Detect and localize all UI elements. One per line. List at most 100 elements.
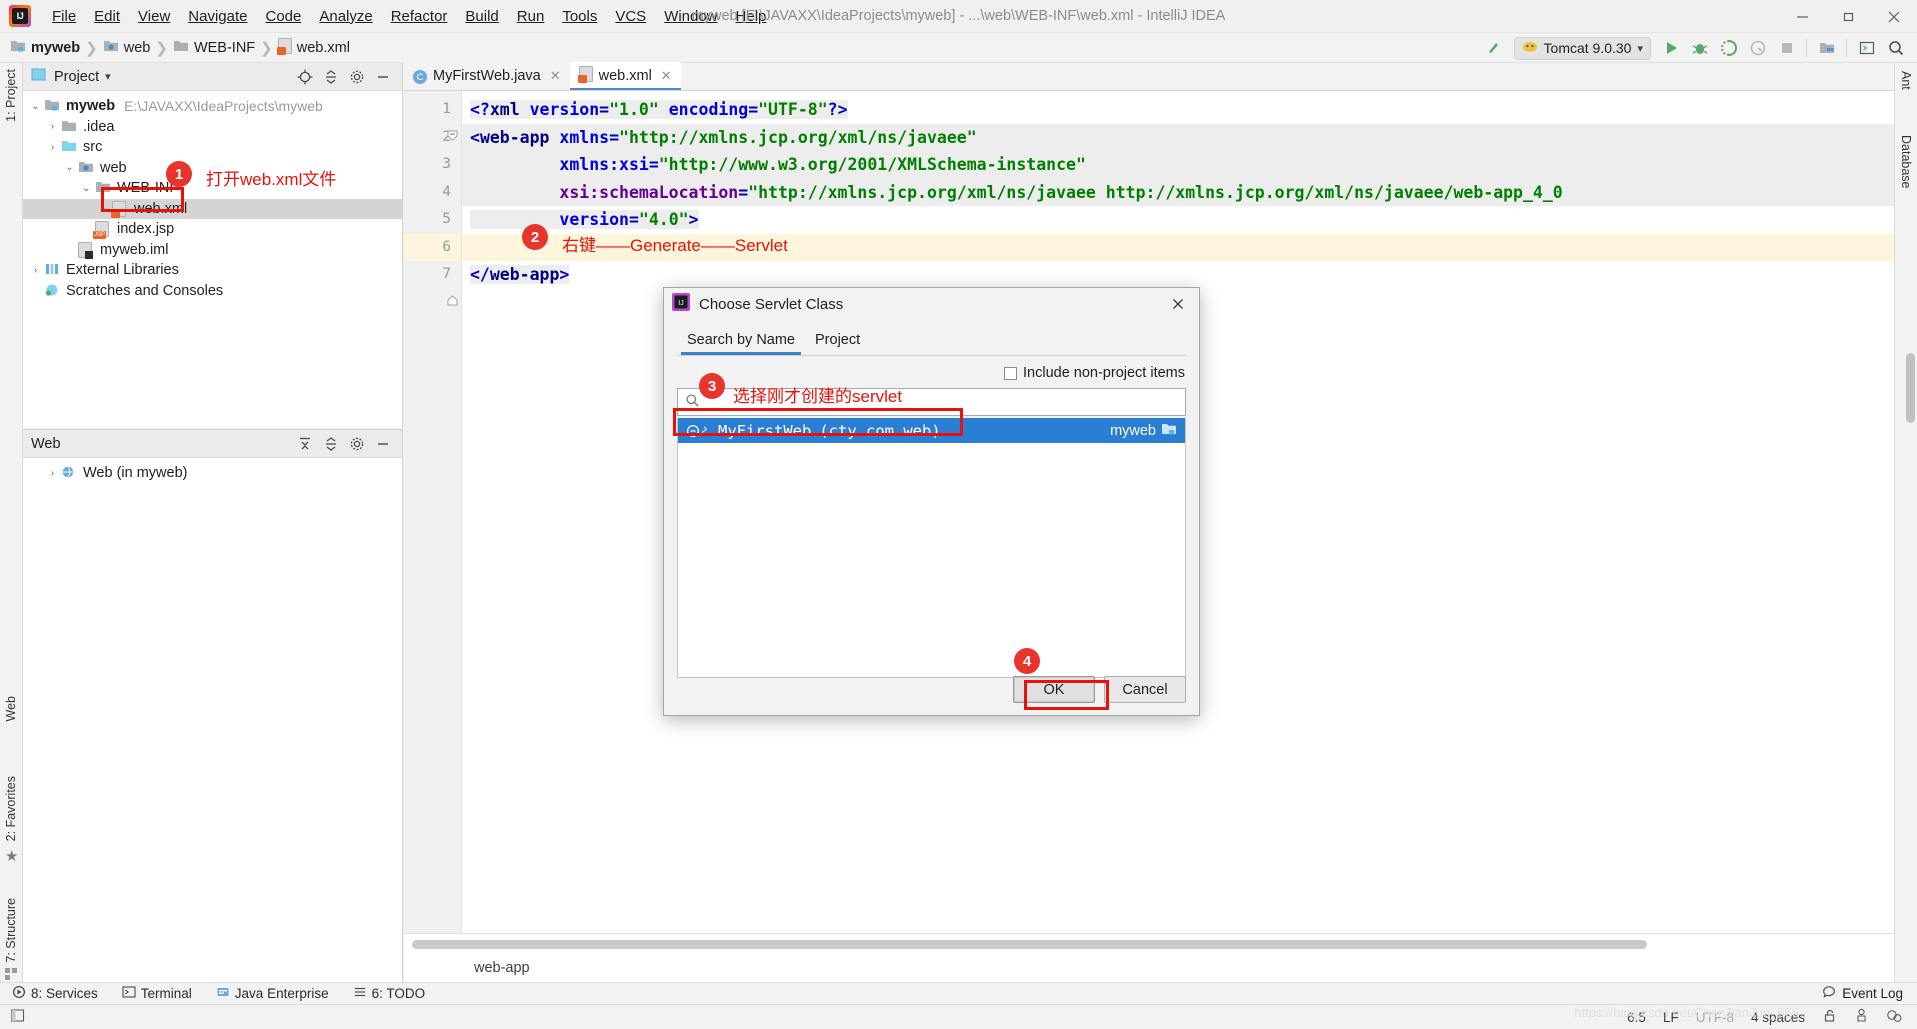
layout-icon[interactable] [10, 1008, 25, 1027]
chevron-down-icon[interactable]: ▾ [1637, 42, 1643, 55]
tree-item-src[interactable]: › src [23, 137, 402, 158]
chevron-right-icon[interactable]: › [44, 121, 61, 132]
menu-help[interactable]: Help [727, 4, 776, 29]
menu-analyze[interactable]: Analyze [310, 4, 381, 29]
chevron-down-icon[interactable]: ▾ [105, 70, 111, 83]
chevron-down-icon[interactable]: ⌄ [61, 162, 78, 173]
tree-item-scratches[interactable]: Scratches and Consoles [23, 281, 402, 302]
menu-navigate[interactable]: Navigate [179, 4, 256, 29]
list-item[interactable]: MyFirstWeb (cty.com.web) myweb [678, 418, 1185, 443]
menu-view[interactable]: View [129, 4, 179, 29]
locate-icon[interactable] [294, 66, 316, 88]
tree-item-external-libraries[interactable]: › External Libraries [23, 260, 402, 281]
inspections-icon[interactable] [1854, 1008, 1869, 1027]
include-non-project-items-checkbox[interactable] [1004, 366, 1017, 380]
breadcrumb-separator: ❯ [85, 39, 98, 57]
breadcrumb-item-web[interactable]: web [103, 39, 150, 57]
minimize-icon[interactable] [1779, 0, 1825, 33]
menu-code[interactable]: Code [256, 4, 310, 29]
search-everywhere-icon[interactable] [1882, 36, 1909, 61]
tree-item-webxml[interactable]: web.xml [23, 198, 402, 219]
breadcrumb-item-webxml[interactable]: web.xml [276, 37, 350, 58]
tree-item-idea[interactable]: › .idea [23, 117, 402, 138]
menu-file[interactable]: File [43, 4, 85, 29]
chevron-right-icon[interactable]: › [44, 468, 61, 479]
chevron-right-icon[interactable]: › [44, 142, 61, 153]
close-icon[interactable]: ✕ [661, 68, 672, 84]
maximize-icon[interactable] [1825, 0, 1871, 33]
ok-button-label: OK [1043, 681, 1065, 698]
sidebar-item-database[interactable]: Database [1896, 133, 1916, 191]
expand-all-icon[interactable] [294, 433, 316, 455]
line-number: 6 [404, 233, 461, 261]
tree-item-myweb[interactable]: ⌄ myweb E:\JAVAXX\IdeaProjects\myweb [23, 96, 402, 117]
terminal-icon[interactable] [1853, 36, 1880, 61]
project-structure-icon[interactable] [1813, 36, 1840, 61]
close-icon[interactable] [1165, 291, 1191, 317]
tree-item-web-in-myweb[interactable]: › Web (in myweb) [23, 463, 402, 484]
menu-tools[interactable]: Tools [553, 4, 606, 29]
menu-run[interactable]: Run [508, 4, 554, 29]
stop-icon[interactable] [1773, 36, 1800, 61]
profile-icon[interactable] [1744, 36, 1771, 61]
editor-scrollbar[interactable] [1906, 353, 1915, 423]
line-number-gutter: 1 2 3 4 5 6 7 [404, 91, 462, 933]
lock-icon[interactable] [1822, 1008, 1837, 1026]
collapse-all-icon[interactable] [320, 433, 342, 455]
tab-myfirstweb-java[interactable]: C MyFirstWeb.java ✕ [404, 62, 570, 90]
sidebar-item-structure[interactable]: 7: Structure [1, 896, 21, 965]
sidebar-item-ant[interactable]: Ant [1896, 69, 1916, 92]
fold-collapse-icon[interactable] [447, 128, 458, 145]
breadcrumb-item-myweb[interactable]: myweb [10, 39, 80, 57]
gear-icon[interactable] [346, 66, 368, 88]
list-item-module: myweb [1110, 422, 1177, 440]
horizontal-scrollbar[interactable] [412, 940, 1784, 949]
structure-strip-label: 7: Structure [4, 898, 18, 963]
cancel-button[interactable]: Cancel [1104, 676, 1186, 703]
close-icon[interactable] [1871, 0, 1917, 33]
hide-icon[interactable] [372, 66, 394, 88]
chevron-down-icon[interactable]: ⌄ [27, 101, 44, 112]
bottom-item-java-enterprise[interactable]: Java Enterprise [204, 985, 341, 1002]
menu-vcs[interactable]: VCS [606, 4, 655, 29]
bottom-item-todo[interactable]: 6: TODO [341, 985, 438, 1002]
close-icon[interactable]: ✕ [550, 68, 561, 84]
menu-build[interactable]: Build [456, 4, 507, 29]
tree-item-indexjsp[interactable]: index.jsp [23, 219, 402, 240]
annotation-badge-4: 4 [1014, 648, 1040, 674]
code-line-2: <web-app xmlns="http://xmlns.jcp.org/xml… [462, 123, 1894, 151]
build-icon[interactable] [1481, 36, 1508, 61]
sidebar-item-web[interactable]: Web [1, 694, 21, 723]
debug-icon[interactable] [1686, 36, 1713, 61]
title-bar: IJ File Edit View Navigate Code Analyze … [0, 0, 1917, 33]
event-log-button[interactable]: Event Log [1822, 985, 1917, 1002]
gear-icon[interactable] [346, 433, 368, 455]
run-configuration-selector[interactable]: Tomcat 9.0.30 ▾ [1513, 36, 1651, 60]
menu-window[interactable]: Window [655, 4, 726, 29]
hide-icon[interactable] [372, 433, 394, 455]
code-seg: "4.0" [638, 210, 689, 229]
menu-refactor[interactable]: Refactor [382, 4, 457, 29]
ok-button[interactable]: OK [1013, 676, 1095, 703]
tree-item-mywebiml[interactable]: myweb.iml [23, 240, 402, 261]
memory-indicator-icon[interactable] [1886, 1008, 1903, 1027]
menu-edit[interactable]: Edit [85, 4, 129, 29]
bottom-item-terminal[interactable]: Terminal [110, 985, 204, 1002]
code-seg: <? [470, 100, 490, 119]
tab-project[interactable]: Project [805, 332, 870, 355]
collapse-all-icon[interactable] [320, 66, 342, 88]
chevron-right-icon[interactable]: › [27, 265, 44, 276]
module-folder-icon [10, 39, 26, 57]
breadcrumb-item-webinf[interactable]: WEB-INF [173, 39, 255, 57]
sidebar-item-favorites[interactable]: 2: Favorites [1, 774, 21, 843]
run-icon[interactable] [1657, 36, 1684, 61]
code-seg: = [738, 182, 749, 202]
results-list[interactable]: MyFirstWeb (cty.com.web) myweb [677, 418, 1186, 678]
chevron-down-icon[interactable]: ⌄ [78, 183, 95, 194]
fold-collapse-icon-2[interactable] [447, 293, 458, 310]
sidebar-item-project[interactable]: 1: Project [1, 67, 21, 124]
bottom-item-services[interactable]: 8: Services [0, 985, 110, 1002]
run-with-coverage-icon[interactable] [1715, 36, 1742, 61]
tab-web-xml[interactable]: web.xml ✕ [569, 62, 681, 90]
tab-search-by-name[interactable]: Search by Name [677, 332, 805, 355]
